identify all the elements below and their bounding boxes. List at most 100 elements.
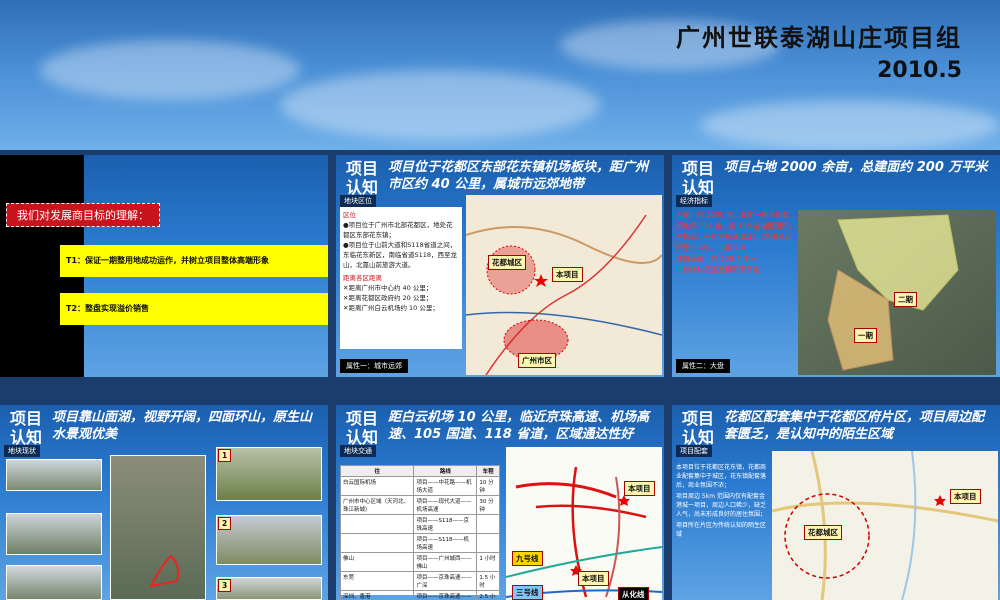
slide-footer-label: 属性一：城市远郊	[340, 359, 408, 373]
table-row: 佛山 项目——广州城西——佛山 1 小时	[339, 552, 500, 572]
slide-tag: 项目认知	[345, 409, 378, 447]
table-cell: 30 分钟	[476, 495, 500, 515]
table-header: 车程	[476, 465, 500, 477]
photo-number: 1	[218, 449, 232, 462]
traffic-map[interactable]: 本项目 九号线 本项目 三号线 从化线	[506, 447, 662, 600]
table-cell: 10 分钟	[476, 476, 500, 496]
page-date: 2010.5	[877, 58, 962, 83]
slide-amenities[interactable]: 项目认知 花都区配套集中于花都区府片区，项目周边配套匮乏，是认知中的陌生区域 项…	[672, 405, 1000, 600]
map-label-huadu: 花都城区	[488, 255, 526, 270]
table-cell: 佛山	[339, 552, 415, 572]
table-cell: 东莞	[339, 571, 415, 591]
table-row: 白云国际机场 项目——中花路——机场大道 10 分钟	[339, 476, 500, 496]
amenity-map[interactable]: 花都城区 本项目	[772, 451, 998, 600]
slide-heading: 项目位于花都区东部花东镇机场板块，距广州市区约 40 公里，属城市远郊地带	[388, 160, 649, 192]
site-photo	[6, 565, 102, 600]
site-photo	[6, 513, 102, 555]
slide-scale[interactable]: 项目认知 项目占地 2000 余亩，总建面约 200 万平米 经济指标 占地：约…	[672, 155, 1000, 377]
map-label-project: 本项目	[950, 489, 981, 504]
region-line: ●项目位于山前大道和S118省道之间，东临花东新区，南临省道S118，西至龙山，…	[343, 241, 458, 269]
slide-goals[interactable]: 我们对发展商目标的理解： T1：保证一期整用地成功运作，并树立项目整体高端形象 …	[0, 155, 328, 377]
amenity-item: 本项目位于花都区花东镇，花都商业配套集中于城区，花东镇配套落后，商业氛围不浓；	[676, 464, 767, 489]
site-photo	[216, 515, 322, 565]
photo-number: 3	[218, 579, 232, 592]
table-cell: 1 小时	[476, 552, 500, 572]
metric-item: 建筑面积：约 200 万平米	[676, 255, 757, 263]
map-label-phase2: 二期	[894, 292, 917, 307]
site-photo	[6, 459, 102, 491]
metrics-list: 占地：约 2000 亩，其中一期为别墅用地共 714 亩，含 195 亩湖面面积…	[676, 210, 796, 276]
location-map[interactable]: 花都城区 本项目 广州市区	[466, 195, 662, 375]
table-cell: 白云国际机场	[339, 476, 415, 496]
table-cell: 广州市中心区域（天河北、珠江新城）	[339, 495, 415, 515]
location-text-panel: 区位 ●项目位于广州市北部花都区，地处花都区东部花东镇； ●项目位于山前大道和S…	[340, 207, 462, 349]
map-label-phase1: 一期	[854, 328, 877, 343]
table-cell	[476, 514, 500, 534]
table-cell: 1.5 小时	[476, 571, 500, 591]
site-photo	[216, 577, 322, 600]
slide-tag: 项目认知	[681, 159, 714, 197]
table-header-row: 往 路线 车程	[339, 465, 500, 477]
slide-location[interactable]: 项目认知 项目位于花都区东部花东镇机场板块，距广州市区约 40 公里，属城市远郊…	[336, 155, 664, 377]
table-cell: 项目——中花路——机场大道	[413, 476, 478, 496]
map-label-huadu: 花都城区	[804, 525, 842, 540]
slide-heading: 项目占地 2000 余亩，总建面约 200 万平米	[724, 160, 988, 175]
table-cell	[476, 533, 500, 553]
section-label: 经济指标	[676, 195, 712, 207]
table-header: 路线	[413, 465, 478, 477]
table-cell: 2.5 小时	[476, 590, 500, 600]
table-cell: 项目——S118——京珠高速	[413, 514, 478, 534]
slide-landscape[interactable]: 项目认知 项目靠山面湖，视野开阔，四面环山，原生山水景观优美 地块现状 1 2 …	[0, 405, 328, 600]
slide-heading: 项目靠山面湖，视野开阔，四面环山，原生山水景观优美	[52, 410, 313, 442]
slide-footer-label: 属性二：大盘	[676, 359, 730, 373]
route-table: 往 路线 车程 白云国际机场 项目——中花路——机场大道 10 分钟 广州市中心区域…	[339, 465, 500, 600]
aerial-route-graphic	[149, 554, 180, 588]
section-label: 地块交通	[340, 445, 376, 457]
route-table-panel: 往 路线 车程 白云国际机场 项目——中花路——机场大道 10 分钟 广州市中心区域…	[339, 465, 500, 600]
map-label-guangzhou: 广州市区	[518, 353, 556, 368]
table-header: 往	[339, 465, 415, 477]
distance-line: ✕距离广州白云机场约 10 公里；	[343, 304, 439, 312]
header-banner: 广州世联泰湖山庄项目组 2010.5	[0, 0, 1000, 150]
goal-item-t2: T2：整盘实现溢价销售	[60, 293, 328, 325]
region-title: 区位	[343, 211, 356, 219]
slide-traffic[interactable]: 项目认知 距白云机场 10 公里，临近京珠高速、机场高速、105 国道、118 …	[336, 405, 664, 600]
table-cell	[339, 514, 415, 534]
metric-item: 占地：约 2000 亩，其中一期为别墅用地共 714 亩，含 195 亩湖面面积…	[676, 211, 796, 230]
distance-line: ✕距离广州市中心约 40 公里；	[343, 284, 433, 292]
table-cell: 项目——现代大道——机场高速	[413, 495, 478, 515]
map-label-line3: 三号线	[512, 585, 543, 600]
table-row: 项目——S118——机场高速	[339, 533, 500, 553]
metric-item: 二期地块范围及容积率暂定	[676, 266, 760, 274]
table-row: 广州市中心区域（天河北、珠江新城） 项目——现代大道——机场高速 30 分钟	[339, 495, 500, 515]
map-label-project: 本项目	[578, 571, 609, 586]
map-label-conghua: 从化线	[618, 587, 649, 600]
table-row: 深圳、香港项目——京珠高速——广深2.5 小时	[339, 590, 500, 600]
slide-tag: 项目认知	[9, 409, 42, 447]
table-cell: 项目——京珠高速——广深	[413, 590, 478, 600]
metric-item: 容积率：一期容积率 0.32（净用地容积率 0.45），二期 2.0	[676, 233, 792, 252]
map-label-project: 本项目	[552, 267, 583, 282]
page-title: 广州世联泰湖山庄项目组	[676, 24, 962, 52]
map-label-line9: 九号线	[512, 551, 543, 566]
amenity-list: 本项目位于花都区花东镇，花都商业配套集中于城区，花东镇配套落后，商业氛围不浓； …	[676, 463, 770, 539]
slide-heading: 距白云机场 10 公里，临近京珠高速、机场高速、105 国道、118 省道，区域…	[388, 410, 650, 442]
site-aerial-map[interactable]: 二期 一期	[798, 210, 996, 375]
distance-title: 距离各区距离	[343, 274, 382, 282]
amenity-item: 项目所在片区为传统认知的陌生区域	[676, 522, 767, 538]
slide-heading: 花都区配套集中于花都区府片区，项目周边配套匮乏，是认知中的陌生区域	[724, 410, 985, 442]
section-label: 地块现状	[4, 445, 40, 457]
region-line: ●项目位于广州市北部花都区，地处花都区东部花东镇；	[343, 221, 453, 239]
table-row: 项目——S118——京珠高速	[339, 514, 500, 534]
table-cell	[339, 533, 415, 553]
table-cell: 项目——京珠高速——广深	[413, 571, 478, 591]
slide-tag: 项目认知	[681, 409, 714, 447]
goal-item-t1: T1：保证一期整用地成功运作，并树立项目整体高端形象	[60, 245, 328, 277]
section-label: 项目配套	[676, 445, 712, 457]
table-cell: 深圳、香港	[339, 590, 415, 600]
map-graphic	[466, 195, 662, 375]
site-aerial-photo	[110, 455, 206, 600]
site-photo	[216, 447, 322, 501]
amenity-item: 项目周边 5km 范围内仅有配套金港城一项目，周边人口稀少，缺乏人气，尚未形成良…	[676, 493, 767, 518]
section-label: 地块区位	[340, 195, 376, 207]
